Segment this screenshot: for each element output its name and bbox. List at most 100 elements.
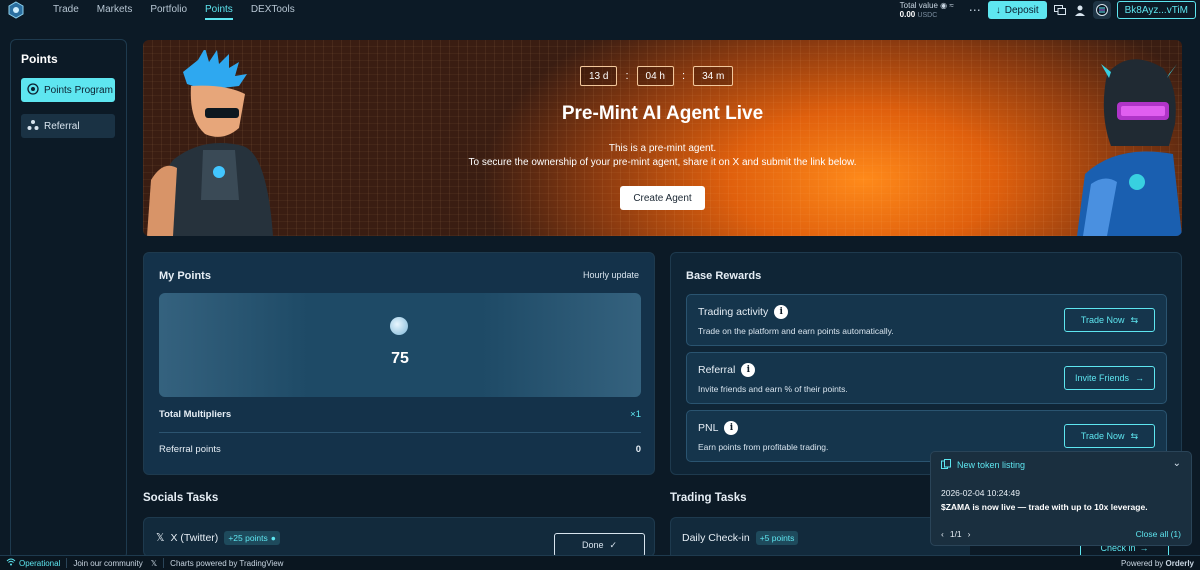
notification-toast: New token listing ⌄ 2026-02-04 10:24:49 … — [930, 451, 1192, 546]
x-twitter-task: 𝕏 X (Twitter) +25 points ● Done ✓ — [143, 517, 655, 557]
top-nav-bar: Trade Markets Portfolio Points DEXTools … — [0, 0, 1200, 20]
main-nav: Trade Markets Portfolio Points DEXTools — [44, 0, 304, 20]
trading-tasks-title: Trading Tasks — [670, 492, 747, 504]
sidebar-item-referral[interactable]: Referral — [21, 114, 115, 138]
chevron-down-icon[interactable]: ⌄ — [1173, 458, 1181, 469]
button-label: Trade Now — [1080, 431, 1125, 441]
eye-icon[interactable]: ◉ — [940, 1, 947, 10]
more-menu-icon[interactable]: ⋯ — [968, 3, 982, 17]
countdown-separator: : — [682, 70, 686, 82]
wifi-icon — [6, 558, 16, 568]
invite-friends-button[interactable]: Invite Friends → — [1064, 366, 1155, 390]
reward-title: Referral — [698, 364, 736, 376]
total-multipliers-row: Total Multipliers ×1 — [159, 409, 641, 420]
create-agent-button[interactable]: Create Agent — [620, 186, 705, 210]
info-icon[interactable]: i — [724, 421, 739, 435]
socials-tasks-title: Socials Tasks — [143, 492, 219, 504]
countdown-days: 13 d — [580, 66, 618, 86]
sidebar-item-points-program[interactable]: Points Program — [21, 78, 115, 102]
referral-points-value: 0 — [635, 444, 641, 455]
decorative-stripes — [481, 293, 641, 397]
total-multipliers-label: Total Multipliers — [159, 409, 232, 420]
points-sidebar: Points Points Program Referral — [10, 39, 127, 559]
chevron-right-icon[interactable]: › — [968, 529, 971, 539]
notification-timestamp: 2026-02-04 10:24:49 — [941, 488, 1020, 498]
top-right-controls: Total value ◉ ≈ 0.00 USDC ⋯ ↓ Deposit Bk… — [900, 0, 1196, 20]
reward-title: PNL — [698, 422, 719, 434]
task-label: X (Twitter) — [170, 532, 219, 544]
nav-portfolio[interactable]: Portfolio — [141, 0, 196, 20]
daily-checkin-task: Daily Check-in +5 points — [670, 517, 970, 557]
checkmark-icon: ✓ — [609, 539, 618, 550]
pager-count: 1/1 — [949, 529, 962, 539]
community-label: Join our community — [73, 558, 143, 568]
points-badge-label: +25 points — [228, 533, 268, 543]
referral-points-row: Referral points 0 — [159, 444, 641, 455]
banner-description-line1: This is a pre-mint agent. — [608, 143, 717, 154]
total-value-label: Total value — [899, 0, 938, 10]
reward-referral: Referral i Invite friends and earn % of t… — [686, 352, 1167, 404]
notification-message: $ZAMA is now live — trade with up to 10x… — [941, 502, 1148, 512]
countdown-timer: 13 d : 04 h : 34 m — [580, 66, 734, 86]
banner-description-line2: To secure the ownership of your pre-mint… — [468, 157, 857, 168]
hourly-update-note: Hourly update — [582, 270, 639, 280]
listing-icon — [941, 459, 951, 471]
reward-trading-activity: Trading activity i Trade on the platform … — [686, 294, 1167, 346]
info-icon[interactable]: i — [774, 305, 789, 319]
chevron-left-icon[interactable]: ‹ — [941, 529, 944, 539]
total-value-unit: USDC — [917, 11, 938, 19]
total-value-amount: 0.00 — [899, 9, 916, 19]
base-rewards-card: Base Rewards Trading activity i Trade on … — [670, 252, 1182, 475]
reward-description: Trade on the platform and earn points au… — [698, 326, 894, 336]
powered-by-brand[interactable]: Orderly — [1166, 559, 1194, 568]
check-circle-icon: ● — [270, 533, 276, 543]
banner-title: Pre-Mint AI Agent Live — [561, 103, 764, 124]
arrow-down-icon: ↓ — [995, 4, 1001, 16]
chain-selector[interactable] — [1092, 1, 1111, 19]
app-logo-icon[interactable] — [6, 1, 26, 19]
sidebar-item-label: Referral — [44, 120, 80, 132]
base-rewards-title: Base Rewards — [686, 270, 762, 282]
wallet-address-button[interactable]: Bk8Ayz...vTiM — [1116, 1, 1196, 19]
button-label: Trade Now — [1080, 315, 1125, 325]
sidebar-item-label: Points Program — [44, 84, 113, 96]
powered-by: Powered by Orderly — [1121, 559, 1194, 568]
transfer-icon[interactable] — [1053, 3, 1067, 17]
reward-description: Invite friends and earn % of their point… — [698, 384, 848, 394]
x-logo-icon: 𝕏 — [156, 532, 165, 544]
points-icon — [27, 82, 39, 98]
referral-icon — [27, 119, 39, 134]
pre-mint-banner: 13 d : 04 h : 34 m Pre-Mint AI Agent Liv… — [143, 40, 1182, 236]
countdown-hours: 04 h — [636, 66, 674, 86]
swap-icon: ⇆ — [1130, 314, 1139, 325]
status-bar: Operational Join our community 𝕏 Charts … — [0, 555, 1200, 570]
button-label: Done — [581, 540, 604, 550]
close-all-link[interactable]: Close all (1) — [1136, 529, 1181, 539]
divider — [163, 558, 165, 568]
points-balance-box: 75 — [159, 293, 641, 397]
divider — [159, 432, 641, 433]
charts-credit: Charts powered by TradingView — [170, 558, 284, 568]
referral-points-label: Referral points — [159, 444, 221, 455]
points-coin-icon — [390, 317, 408, 335]
nav-dextools[interactable]: DEXTools — [242, 0, 304, 20]
countdown-separator: : — [625, 70, 629, 82]
done-button[interactable]: Done ✓ — [554, 533, 645, 557]
divider — [66, 558, 68, 568]
sidebar-title: Points — [21, 52, 58, 66]
points-badge: +25 points ● — [224, 531, 280, 545]
nav-markets[interactable]: Markets — [88, 0, 142, 20]
nav-points[interactable]: Points — [196, 0, 242, 20]
status-label: Operational — [19, 558, 61, 568]
user-icon[interactable] — [1073, 3, 1087, 17]
notification-pager: ‹ 1/1 › — [941, 529, 971, 539]
nav-trade[interactable]: Trade — [44, 0, 88, 20]
deposit-button[interactable]: ↓ Deposit — [987, 1, 1047, 19]
trade-now-button[interactable]: Trade Now ⇆ — [1064, 424, 1155, 448]
x-logo-icon[interactable]: 𝕏 — [151, 559, 157, 568]
info-icon[interactable]: i — [741, 363, 756, 377]
notification-title: New token listing — [957, 460, 1026, 470]
deposit-label: Deposit — [1004, 4, 1039, 16]
trade-now-button[interactable]: Trade Now ⇆ — [1064, 308, 1155, 332]
countdown-minutes: 34 m — [693, 66, 734, 86]
